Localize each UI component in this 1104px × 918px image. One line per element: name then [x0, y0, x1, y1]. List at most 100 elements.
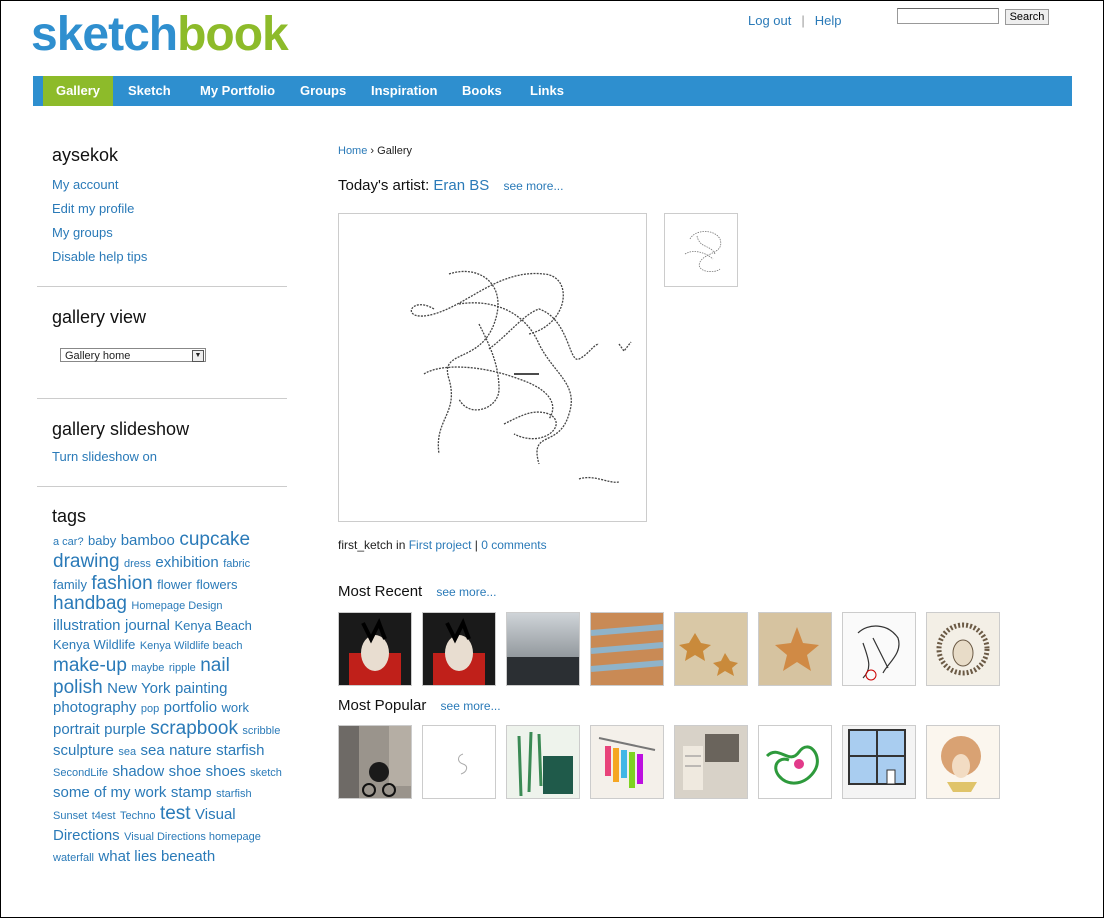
gallery-view-select[interactable]: Gallery home ▼ [60, 348, 206, 362]
tag-link[interactable]: make-up [53, 655, 127, 676]
popular-thumbnail[interactable] [590, 725, 664, 799]
recent-thumbnail[interactable] [422, 612, 496, 686]
tag-link[interactable]: ripple [169, 662, 196, 674]
tag-link[interactable]: exhibition [155, 554, 218, 571]
nav-tab-links[interactable]: Links [530, 76, 564, 106]
tag-link[interactable]: shadow [113, 763, 165, 780]
tag-link[interactable]: a car? [53, 536, 84, 548]
tag-link[interactable]: fabric [223, 558, 250, 570]
nav-tab-my-portfolio[interactable]: My Portfolio [200, 76, 275, 106]
tag-link[interactable]: pop [141, 703, 159, 715]
see-more-recent-link[interactable]: see more... [436, 585, 496, 599]
tag-link[interactable]: bamboo [121, 532, 175, 549]
tag-link[interactable]: flower [157, 577, 192, 592]
sketchbook-logo[interactable]: sketchbook [31, 7, 289, 62]
popular-thumbnail[interactable] [842, 725, 916, 799]
nav-tab-sketch[interactable]: Sketch [128, 76, 171, 106]
tag-link[interactable]: illustration [53, 617, 121, 634]
tag-link[interactable]: sea [141, 742, 165, 759]
todays-artist-name-link[interactable]: Eran BS [433, 177, 489, 194]
tag-link[interactable]: portfolio [164, 699, 217, 716]
tag-link[interactable]: flowers [196, 577, 237, 592]
popular-thumbnail[interactable] [338, 725, 412, 799]
tag-link[interactable]: polish [53, 677, 103, 698]
breadcrumb-home-link[interactable]: Home [338, 145, 367, 157]
tag-link[interactable]: scribble [242, 725, 280, 737]
tag-link[interactable]: Kenya Beach [174, 618, 251, 633]
logout-link[interactable]: Log out [748, 13, 791, 28]
tag-link[interactable]: shoe [169, 763, 202, 780]
tag-link[interactable]: scrapbook [150, 718, 238, 739]
comments-link[interactable]: 0 comments [481, 538, 546, 552]
nav-tab-groups[interactable]: Groups [300, 76, 346, 106]
recent-thumbnail[interactable] [674, 612, 748, 686]
tag-link[interactable]: Homepage Design [131, 600, 222, 612]
tag-link[interactable]: Techno [120, 810, 155, 822]
popular-thumbnail[interactable] [506, 725, 580, 799]
caption-separator: | [474, 538, 478, 552]
tag-link[interactable]: journal [125, 617, 170, 634]
tag-link[interactable]: Kenya Wildlife [53, 637, 135, 652]
popular-thumbnail[interactable] [758, 725, 832, 799]
tag-link[interactable]: dress [124, 558, 151, 570]
recent-thumbnail[interactable] [590, 612, 664, 686]
tag-link[interactable]: test [160, 803, 191, 824]
search-button[interactable]: Search [1005, 9, 1049, 25]
tag-link[interactable]: sea [118, 746, 136, 758]
tag-link[interactable]: New York [107, 680, 170, 697]
my-account-link[interactable]: My account [52, 177, 118, 192]
tag-link[interactable]: purple [104, 721, 146, 738]
tag-link[interactable]: handbag [53, 593, 127, 614]
nav-tab-inspiration[interactable]: Inspiration [371, 76, 437, 106]
artist-sketch-thumbnail[interactable] [664, 213, 738, 287]
tag-link[interactable]: t4est [92, 810, 116, 822]
tag-link[interactable]: Directions [53, 827, 120, 844]
see-more-artist-link[interactable]: see more... [503, 179, 563, 193]
slideshow-toggle-link[interactable]: Turn slideshow on [52, 449, 157, 464]
tag-link[interactable]: family [53, 577, 87, 592]
tag-link[interactable]: Sunset [53, 810, 87, 822]
featured-sketch-image[interactable] [338, 213, 647, 522]
tag-link[interactable]: stamp [171, 784, 212, 801]
tag-link[interactable]: shoes [206, 763, 246, 780]
tag-link[interactable]: sculpture [53, 742, 114, 759]
tag-link[interactable]: work [222, 700, 249, 715]
popular-thumbnail[interactable] [926, 725, 1000, 799]
tag-link[interactable]: photography [53, 699, 136, 716]
tag-link[interactable]: nail [200, 655, 230, 676]
tag-link[interactable]: some of my work [53, 784, 166, 801]
edit-profile-link[interactable]: Edit my profile [52, 201, 134, 216]
disable-help-tips-link[interactable]: Disable help tips [52, 249, 147, 264]
recent-thumbnail[interactable] [506, 612, 580, 686]
tag-link[interactable]: fashion [91, 573, 152, 594]
tag-link[interactable]: starfish [216, 788, 251, 800]
tag-link[interactable]: what lies beneath [98, 848, 215, 865]
tag-link[interactable]: Kenya Wildlife beach [140, 640, 243, 652]
search-input[interactable] [897, 8, 999, 24]
tag-link[interactable]: sketch [250, 767, 282, 779]
tag-link[interactable]: cupcake [179, 529, 250, 550]
recent-thumbnail[interactable] [338, 612, 412, 686]
my-groups-link[interactable]: My groups [52, 225, 113, 240]
project-link[interactable]: First project [409, 538, 472, 552]
recent-thumbnail[interactable] [926, 612, 1000, 686]
recent-thumbnail[interactable] [758, 612, 832, 686]
tag-link[interactable]: portrait [53, 721, 100, 738]
tag-link[interactable]: SecondLife [53, 767, 108, 779]
tag-link[interactable]: Visual Directions homepage [124, 831, 261, 843]
tag-link[interactable]: Visual [195, 806, 236, 823]
tag-link[interactable]: maybe [131, 662, 164, 674]
recent-thumbnail[interactable] [842, 612, 916, 686]
tag-link[interactable]: nature [169, 742, 212, 759]
help-link[interactable]: Help [815, 13, 842, 28]
see-more-popular-link[interactable]: see more... [441, 699, 501, 713]
tag-link[interactable]: waterfall [53, 852, 94, 864]
tag-link[interactable]: painting [175, 680, 228, 697]
nav-tab-gallery[interactable]: Gallery [43, 76, 113, 106]
nav-tab-books[interactable]: Books [462, 76, 502, 106]
tag-link[interactable]: starfish [216, 742, 264, 759]
tag-link[interactable]: baby [88, 533, 116, 548]
tag-link[interactable]: drawing [53, 551, 120, 572]
popular-thumbnail[interactable] [674, 725, 748, 799]
popular-thumbnail[interactable] [422, 725, 496, 799]
